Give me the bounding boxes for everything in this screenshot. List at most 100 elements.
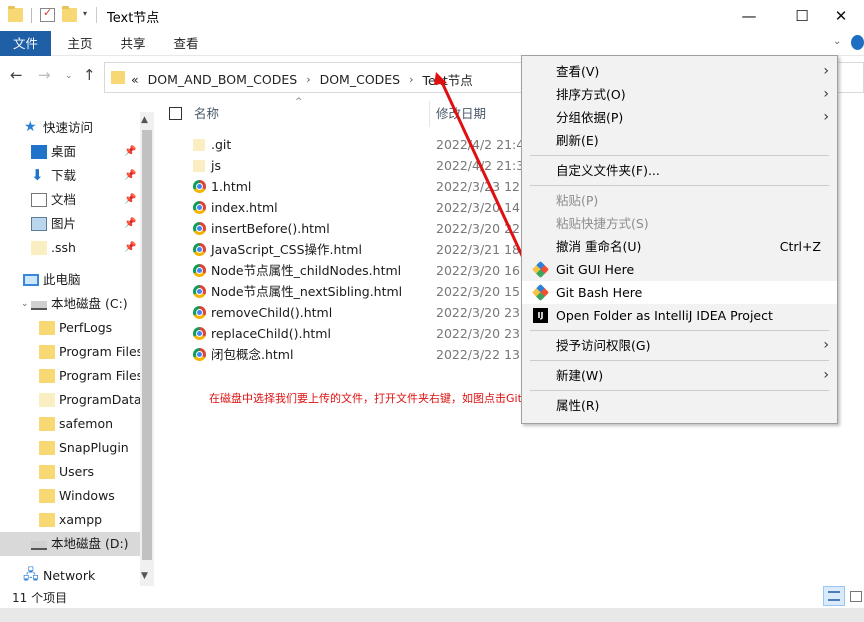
file-date: 2022/3/20 23:2 [436,326,533,341]
menu-item-new[interactable]: 新建(W) › [522,364,837,387]
file-row[interactable]: .git 2022/4/2 21:46 [190,134,532,155]
nav-drive-c[interactable]: ⌄ 本地磁盘 (C:) [0,292,140,316]
nav-this-pc[interactable]: 此电脑 [0,268,140,292]
file-row[interactable]: Node节点属性_childNodes.html 2022/3/20 16:2 [190,260,532,281]
properties-icon[interactable]: ✓ [40,6,55,22]
file-row[interactable]: Node节点属性_nextSibling.html 2022/3/20 15:4 [190,281,532,302]
recent-locations-icon[interactable]: ⌄ [65,71,73,81]
sort-ascending-icon: ^ [295,97,303,107]
menu-label: 粘贴快捷方式(S) [556,216,649,231]
chrome-html-icon [193,180,206,193]
file-row[interactable]: JavaScript_CSS操作.html 2022/3/21 18:5 [190,239,532,260]
nav-label: ProgramData [59,392,142,407]
nav-quick-access[interactable]: ★ 快速访问 [0,116,140,140]
menu-item-sort[interactable]: 排序方式(O) › [522,83,837,106]
close-button[interactable]: ✕ [818,0,864,31]
menu-item-refresh[interactable]: 刷新(E) [522,129,837,152]
pin-icon[interactable]: 📌 [124,164,136,188]
nav-downloads[interactable]: ⬇ 下载 📌 [0,164,140,188]
breadcrumb-item[interactable]: Text节点 [423,70,473,89]
column-divider[interactable] [429,101,430,127]
nav-ssh[interactable]: .ssh 📌 [0,236,140,260]
network-icon: 🖧 [23,567,39,583]
nav-scrollbar-thumb[interactable] [142,130,152,560]
nav-drive-d[interactable]: 本地磁盘 (D:) [0,532,140,556]
star-icon: ★ [24,119,37,135]
breadcrumb-overflow[interactable]: « [131,72,139,87]
menu-item-paste-shortcut[interactable]: 粘贴快捷方式(S) [522,212,837,235]
chevron-right-icon: › [823,367,829,383]
select-all-checkbox[interactable] [169,107,182,120]
details-view-icon[interactable] [823,586,845,606]
nav-folder[interactable]: SnapPlugin [0,436,140,460]
pin-icon[interactable]: 📌 [124,212,136,236]
column-header-name[interactable]: 名称 [194,101,219,127]
nav-network[interactable]: 🖧 Network [0,564,140,586]
file-date: 2022/3/23 12:2 [436,179,533,194]
menu-label: Git Bash Here [556,285,643,300]
tab-home[interactable]: 主页 [60,31,100,56]
folder-icon [39,393,55,407]
menu-item-view[interactable]: 查看(V) › [522,60,837,83]
nav-pictures[interactable]: 图片 📌 [0,212,140,236]
menu-item-undo[interactable]: 撤消 重命名(U) Ctrl+Z [522,235,837,258]
tab-share[interactable]: 共享 [113,31,153,56]
menu-item-properties[interactable]: 属性(R) [522,394,837,417]
menu-item-group[interactable]: 分组依据(P) › [522,106,837,129]
nav-folder[interactable]: xampp [0,508,140,532]
nav-folder[interactable]: Program Files [0,364,143,388]
chevron-down-icon[interactable]: ⌄ [21,292,29,316]
nav-label: xampp [59,512,103,527]
folder-icon [39,465,55,479]
file-row[interactable]: removeChild().html 2022/3/20 23:1 [190,302,532,323]
file-row[interactable]: 闭包概念.html 2022/3/22 13:3 [190,344,532,365]
menu-item-grant-access[interactable]: 授予访问权限(G) › [522,334,837,357]
nav-desktop[interactable]: 桌面 📌 [0,140,140,164]
file-row[interactable]: 1.html 2022/3/23 12:2 [190,176,532,197]
menu-item-git-bash[interactable]: Git Bash Here [522,281,837,304]
breadcrumb-separator-icon[interactable]: › [306,73,310,86]
intellij-icon: IJ [533,308,548,323]
nav-folder[interactable]: Users [0,460,140,484]
nav-label: 此电脑 [43,272,81,287]
pin-icon[interactable]: 📌 [124,236,136,260]
breadcrumb-separator-icon[interactable]: › [409,73,413,86]
folder-icon [39,369,55,383]
scroll-up-icon[interactable]: ▲ [141,115,148,125]
large-icons-view-icon[interactable] [845,586,864,606]
breadcrumb-item[interactable]: DOM_AND_BOM_CODES [148,72,298,87]
nav-folder[interactable]: Program Files [0,340,143,364]
up-icon[interactable]: ↑ [83,66,96,84]
nav-folder[interactable]: Windows [0,484,140,508]
file-row[interactable]: js 2022/4/2 21:34 [190,155,532,176]
scroll-down-icon[interactable]: ▼ [141,571,148,581]
menu-item-customize[interactable]: 自定义文件夹(F)... [522,159,837,182]
pin-icon[interactable]: 📌 [124,140,136,164]
menu-item-paste[interactable]: 粘贴(P) [522,189,837,212]
help-icon[interactable] [851,35,864,50]
forward-icon[interactable]: → [38,66,51,84]
nav-folder[interactable]: PerfLogs [0,316,140,340]
new-folder-icon[interactable] [62,6,77,22]
ribbon-expand-icon[interactable]: ⌄ [833,36,841,47]
back-icon[interactable]: ← [10,66,23,84]
file-row[interactable]: index.html 2022/3/20 14:2 [190,197,532,218]
chrome-html-icon [193,285,206,298]
file-row[interactable]: replaceChild().html 2022/3/20 23:2 [190,323,532,344]
breadcrumb-item[interactable]: DOM_CODES [320,72,401,87]
tab-file[interactable]: 文件 [0,31,51,56]
menu-item-intellij[interactable]: IJ Open Folder as IntelliJ IDEA Project [522,304,837,327]
menu-label: Git GUI Here [556,262,635,277]
file-row[interactable]: insertBefore().html 2022/3/20 22:4 [190,218,532,239]
git-icon [532,284,549,301]
nav-folder[interactable]: safemon [0,412,140,436]
file-date: 2022/3/20 23:1 [436,305,533,320]
nav-documents[interactable]: 文档 📌 [0,188,140,212]
menu-item-git-gui[interactable]: Git GUI Here [522,258,837,281]
tab-view[interactable]: 查看 [166,31,206,56]
quick-access-toolbar-dropdown-icon[interactable]: ▾ [83,9,87,18]
pin-icon[interactable]: 📌 [124,188,136,212]
nav-folder[interactable]: ProgramData [0,388,142,412]
minimize-button[interactable]: — [726,0,772,31]
column-header-modified[interactable]: 修改日期 [436,101,486,127]
